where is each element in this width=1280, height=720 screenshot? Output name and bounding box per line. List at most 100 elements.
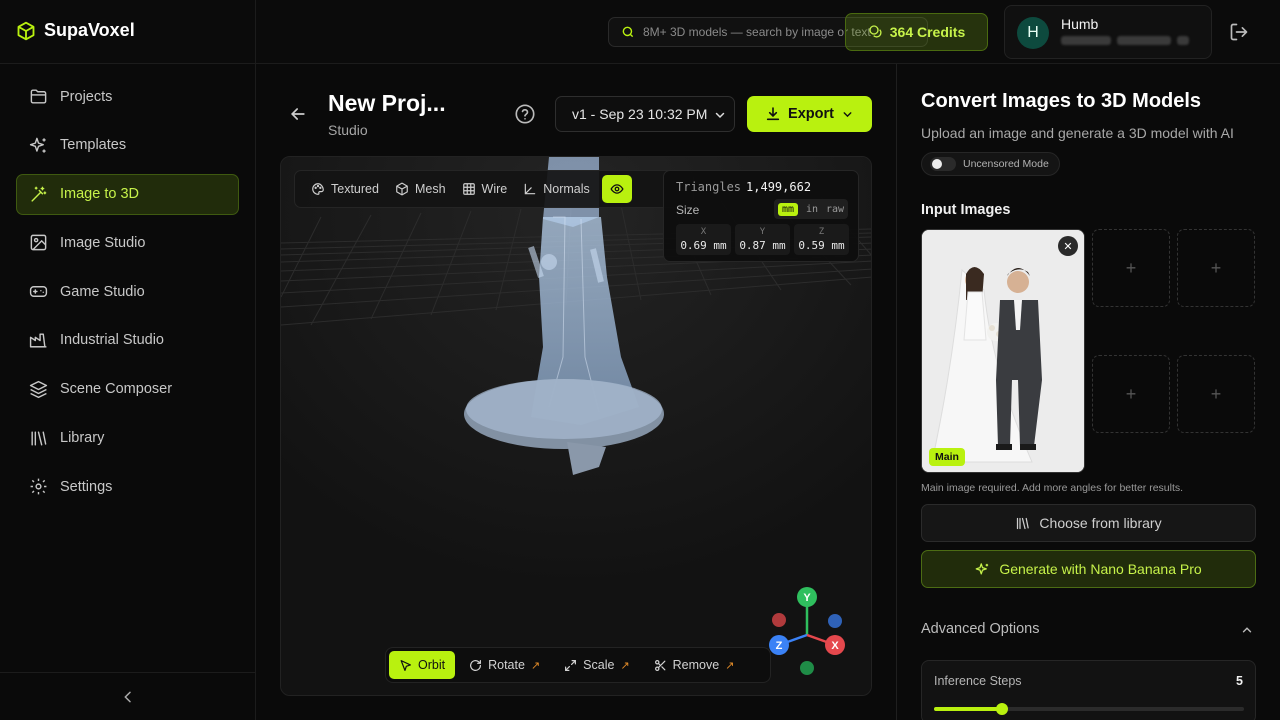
export-button[interactable]: Export <box>747 96 872 132</box>
add-image-slot[interactable]: + <box>1177 229 1255 307</box>
sidebar-item-game-studio[interactable]: Game Studio <box>16 271 239 312</box>
sidebar-item-label: Image Studio <box>60 234 146 251</box>
dim-axis: Y <box>759 227 766 237</box>
sidebar-item-industrial-studio[interactable]: Industrial Studio <box>16 320 239 361</box>
avatar: H <box>1017 17 1049 49</box>
axis-icon <box>524 183 536 195</box>
toggle-switch[interactable] <box>930 157 956 171</box>
view-mode-textured[interactable]: Textured <box>303 175 387 203</box>
sidebar-item-label: Settings <box>60 478 113 495</box>
back-arrow-icon[interactable] <box>288 104 308 124</box>
view-mode-normals[interactable]: Normals <box>515 175 598 203</box>
sidebar-item-scene-composer[interactable]: Scene Composer <box>16 369 239 410</box>
gizmo-x-label: X <box>831 640 839 652</box>
3d-viewport[interactable]: Textured Mesh Wire Normals Triangles 1,49… <box>280 156 872 696</box>
app-name: SupaVoxel <box>44 20 135 40</box>
panel-subtitle: Upload an image and generate a 3D model … <box>921 125 1234 141</box>
plus-icon: + <box>1125 383 1137 404</box>
model-stats-panel: Triangles 1,499,662 Size mm in raw X 0.69… <box>663 170 859 262</box>
main-image-thumbnail[interactable]: Main ✕ <box>921 229 1085 473</box>
view-mode-label: Wire <box>481 182 508 196</box>
library-icon <box>31 431 47 446</box>
plus-icon: + <box>1125 257 1137 278</box>
factory-icon <box>29 333 47 348</box>
dim-z: Z 0.59 mm <box>794 224 849 255</box>
inference-steps-slider[interactable] <box>934 703 1244 715</box>
generate-button[interactable]: Generate with Nano Banana Pro <box>921 550 1256 588</box>
dim-value: 0.59 mm <box>798 239 845 252</box>
image-hint: Main image required. Add more angles for… <box>921 482 1184 494</box>
unit-raw[interactable]: raw <box>826 204 844 215</box>
sidebar-item-projects[interactable]: Projects <box>16 76 239 117</box>
slider-fill <box>934 707 1003 711</box>
tool-rotate[interactable]: Rotate ↗ <box>459 651 550 679</box>
project-title[interactable]: New Proj... <box>328 90 446 117</box>
sidebar-footer <box>0 672 255 720</box>
sidebar-item-library[interactable]: Library <box>16 418 239 459</box>
inference-steps-card: Inference Steps 5 <box>921 660 1256 720</box>
unit-toggle[interactable]: mm in raw <box>774 199 848 219</box>
credits-button[interactable]: 364 Credits <box>845 13 988 51</box>
panel-divider <box>896 64 897 720</box>
sparkles-icon <box>29 137 46 153</box>
add-image-slot[interactable]: + <box>1177 355 1255 433</box>
gear-icon <box>30 478 47 495</box>
version-select[interactable]: v1 - Sep 23 10:32 PM <box>555 96 735 132</box>
unit-in[interactable]: in <box>806 204 818 215</box>
unit-mm[interactable]: mm <box>777 202 799 216</box>
dimensions: X 0.69 mm Y 0.87 mm Z 0.59 mm <box>676 224 849 255</box>
uncensored-toggle[interactable]: Uncensored Mode <box>921 152 1060 176</box>
search-icon <box>622 26 634 38</box>
user-email-redacted <box>1061 36 1189 45</box>
axis-gizmo[interactable]: Y Z X <box>765 583 855 679</box>
sparkles-icon <box>975 562 989 574</box>
chevron-up-icon[interactable] <box>1240 623 1254 637</box>
help-icon[interactable] <box>514 103 536 125</box>
tool-remove[interactable]: Remove ↗ <box>644 651 745 679</box>
advanced-options-label[interactable]: Advanced Options <box>921 621 1040 637</box>
slider-handle[interactable] <box>996 703 1009 715</box>
logo[interactable]: SupaVoxel <box>16 20 135 41</box>
panel-title: Convert Images to 3D Models <box>921 90 1202 112</box>
triangles-label: Triangles <box>676 180 742 194</box>
tool-orbit[interactable]: Orbit <box>389 651 456 679</box>
input-images-label: Input Images <box>921 202 1011 218</box>
view-mode-wire[interactable]: Wire <box>454 175 516 203</box>
export-label: Export <box>788 106 834 122</box>
tool-scale[interactable]: Scale ↗ <box>554 651 640 679</box>
add-image-slot[interactable]: + <box>1092 229 1170 307</box>
view-mode-toolbar: Textured Mesh Wire Normals <box>294 170 694 208</box>
chevron-down-icon <box>843 111 852 117</box>
dim-value: 0.69 mm <box>680 239 727 252</box>
chevron-down-icon <box>715 112 725 119</box>
dim-value: 0.87 mm <box>739 239 786 252</box>
external-arrow-icon: ↗ <box>620 659 630 672</box>
download-icon <box>766 107 780 121</box>
logout-icon[interactable] <box>1229 22 1249 42</box>
sidebar-item-label: Projects <box>60 88 113 105</box>
library-icon <box>1017 517 1030 529</box>
library-button-label: Choose from library <box>1039 515 1162 531</box>
tool-label: Remove <box>672 658 720 672</box>
sidebar-item-image-studio[interactable]: Image Studio <box>16 222 239 263</box>
sidebar-item-label: Image to 3D <box>60 186 139 203</box>
sidebar-item-templates[interactable]: Templates <box>16 125 239 166</box>
add-image-slot[interactable]: + <box>1092 355 1170 433</box>
main-badge: Main <box>929 448 965 466</box>
remove-image-close-icon[interactable]: ✕ <box>1058 236 1078 256</box>
view-mode-mesh[interactable]: Mesh <box>387 175 454 203</box>
cube-logo-icon <box>17 21 35 40</box>
sidebar-item-settings[interactable]: Settings <box>16 466 239 507</box>
app-root: SupaVoxel 8M+ 3D models — search by imag… <box>0 0 1280 720</box>
layers-icon <box>29 380 48 398</box>
sidebar-item-image-to-3d[interactable]: Image to 3D <box>16 173 239 215</box>
gamepad-icon <box>29 286 48 298</box>
chevron-left-icon[interactable] <box>120 689 136 705</box>
project-subtitle: Studio <box>328 122 368 138</box>
visibility-toggle[interactable] <box>601 175 632 203</box>
choose-from-library-button[interactable]: Choose from library <box>921 504 1256 542</box>
user-menu[interactable]: H Humb <box>1004 5 1212 59</box>
eye-icon <box>610 184 624 194</box>
version-value: v1 - Sep 23 10:32 PM <box>572 106 708 122</box>
dim-y: Y 0.87 mm <box>735 224 790 255</box>
